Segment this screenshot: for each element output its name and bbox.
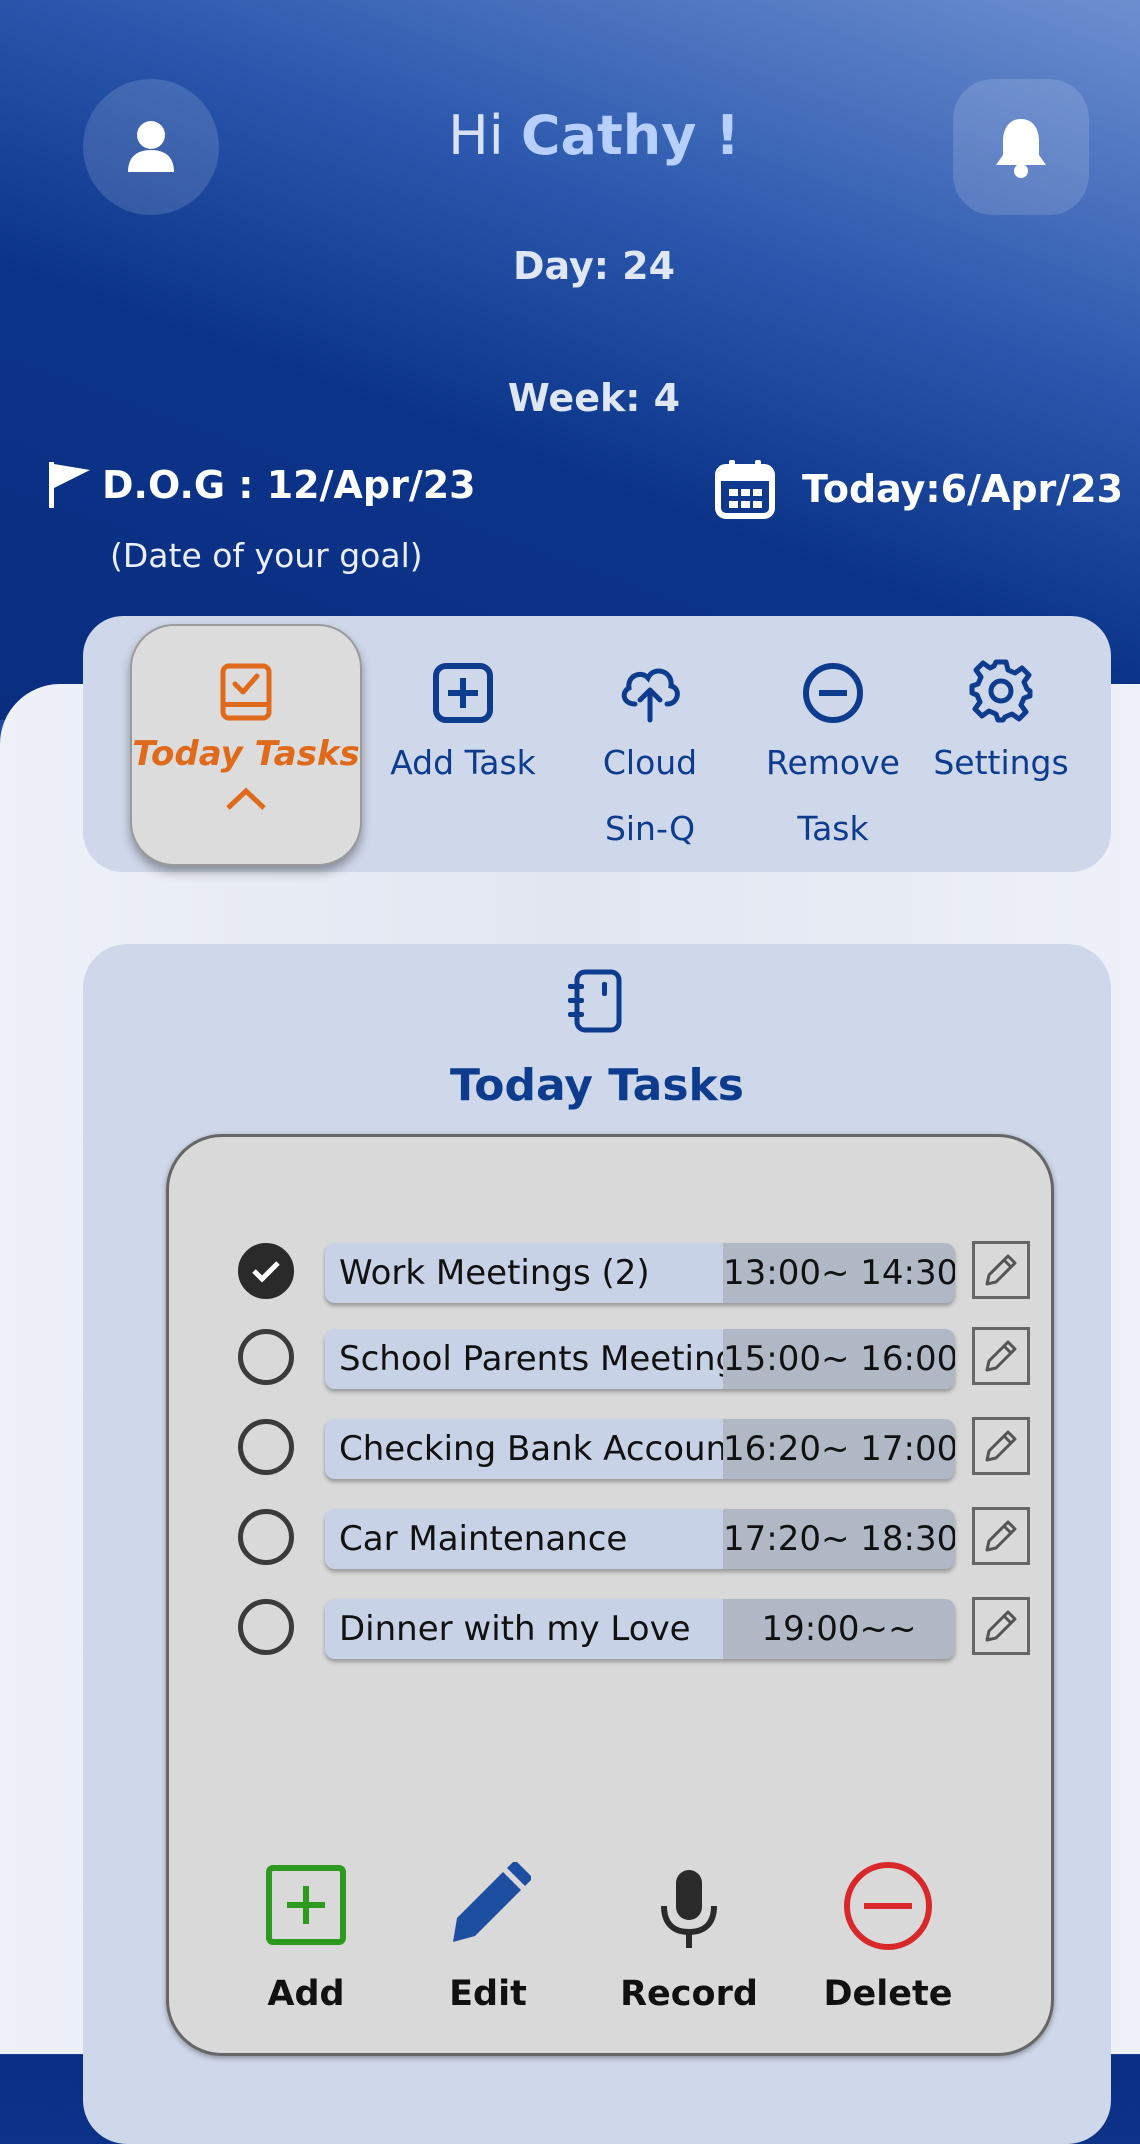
task-time: 15:00~ 16:00: [723, 1329, 955, 1389]
cloud-upload-icon: [621, 668, 680, 723]
task-checkbox[interactable]: [238, 1509, 294, 1565]
task-row: Car Maintenance 17:20~ 18:30: [169, 1507, 1051, 1573]
task-edit-button[interactable]: [972, 1507, 1030, 1565]
task-name: Car Maintenance: [339, 1519, 628, 1559]
task-checkbox[interactable]: [238, 1419, 294, 1475]
goal-date: D.O.G : 12/Apr/23: [46, 460, 476, 510]
task-checkbox[interactable]: [238, 1329, 294, 1385]
toolbar-remove-task-label-2: Task: [797, 809, 869, 848]
add-action-label[interactable]: Add: [221, 1974, 391, 2014]
day-counter: Day: 24: [512, 244, 676, 288]
task-board-icon: [220, 663, 272, 721]
microphone-icon: [661, 1870, 717, 1948]
flag-icon: [49, 462, 90, 508]
task-name: Work Meetings (2): [339, 1253, 650, 1293]
toolbar-today-tasks[interactable]: Today Tasks: [130, 624, 362, 866]
notebook-icon: [568, 969, 622, 1033]
delete-circle-icon: [844, 1862, 932, 1950]
task-item[interactable]: Work Meetings (2) 13:00~ 14:30: [325, 1243, 955, 1303]
notifications-button[interactable]: [953, 79, 1089, 215]
task-time: 19:00~~: [723, 1599, 955, 1659]
task-edit-button[interactable]: [972, 1597, 1030, 1655]
checkmark-icon: [252, 1261, 280, 1283]
pencil-outline-icon: [985, 1430, 1017, 1462]
record-action-label[interactable]: Record: [604, 1974, 774, 2014]
toolbar-cloud-sync-label-1: Cloud: [602, 743, 698, 782]
task-edit-button[interactable]: [972, 1327, 1030, 1385]
pencil-outline-icon: [985, 1340, 1017, 1372]
task-edit-button[interactable]: [972, 1241, 1030, 1299]
toolbar-today-tasks-label: Today Tasks: [132, 734, 360, 774]
delete-action-button[interactable]: [803, 1860, 973, 1952]
today-date: Today:6/Apr/23: [714, 458, 1123, 520]
toolbar-cloud-sync[interactable]: Cloud Sin-Q: [560, 616, 740, 872]
task-row: Dinner with my Love 19:00~~: [169, 1597, 1051, 1663]
task-item[interactable]: Dinner with my Love 19:00~~: [325, 1599, 955, 1659]
task-item[interactable]: Checking Bank Account 16:20~ 17:00: [325, 1419, 955, 1479]
toolbar-remove-task-label-1: Remove: [766, 743, 900, 782]
today-date-text: Today:6/Apr/23: [802, 467, 1124, 511]
task-checkbox[interactable]: [238, 1599, 294, 1655]
pencil-outline-icon: [985, 1610, 1017, 1642]
task-name: Dinner with my Love: [339, 1609, 691, 1649]
task-time: 17:20~ 18:30: [723, 1509, 955, 1569]
task-name: Checking Bank Account: [339, 1429, 741, 1469]
goal-date-text: D.O.G : 12/Apr/23: [102, 463, 476, 507]
calendar-icon: [715, 460, 775, 519]
edit-action-button[interactable]: [403, 1862, 573, 1948]
toolbar-remove-task[interactable]: Remove Task: [743, 616, 923, 872]
task-row: Work Meetings (2) 13:00~ 14:30: [169, 1241, 1051, 1307]
greeting-prefix: Hi: [448, 104, 504, 167]
add-action-button[interactable]: [221, 1864, 391, 1946]
task-time: 13:00~ 14:30: [723, 1243, 955, 1303]
task-checkbox-checked[interactable]: [238, 1243, 294, 1299]
user-name: Cathy !: [520, 104, 740, 167]
task-row: School Parents Meeting 15:00~ 16:00: [169, 1327, 1051, 1393]
goal-date-note: (Date of your goal): [110, 536, 423, 575]
toolbar-cloud-sync-label-2: Sin-Q: [604, 809, 696, 848]
card-title: Today Tasks: [450, 1060, 744, 1111]
task-edit-button[interactable]: [972, 1417, 1030, 1475]
toolbar-add-task[interactable]: Add Task: [373, 616, 553, 872]
task-name: School Parents Meeting: [339, 1339, 738, 1379]
bell-icon: [996, 119, 1046, 178]
task-row: Checking Bank Account 16:20~ 17:00: [169, 1417, 1051, 1483]
gear-icon: [969, 659, 1033, 723]
add-square-icon: [266, 1865, 346, 1945]
task-time: 16:20~ 17:00: [723, 1419, 955, 1479]
pencil-outline-icon: [985, 1254, 1017, 1286]
plus-square-icon: [433, 663, 493, 723]
pencil-icon: [453, 1862, 531, 1942]
task-item[interactable]: Car Maintenance 17:20~ 18:30: [325, 1509, 955, 1569]
toolbar-settings[interactable]: Settings: [911, 616, 1091, 872]
minus-circle-icon: [803, 663, 863, 723]
toolbar-add-task-label: Add Task: [390, 743, 536, 782]
chevron-up-icon: [226, 787, 266, 810]
record-action-button[interactable]: [604, 1868, 774, 1950]
toolbar-settings-label: Settings: [933, 743, 1069, 782]
delete-action-label[interactable]: Delete: [803, 1974, 973, 2014]
pencil-outline-icon: [985, 1520, 1017, 1552]
week-counter: Week: 4: [507, 376, 681, 420]
task-item[interactable]: School Parents Meeting 15:00~ 16:00: [325, 1329, 955, 1389]
edit-action-label[interactable]: Edit: [403, 1974, 573, 2014]
